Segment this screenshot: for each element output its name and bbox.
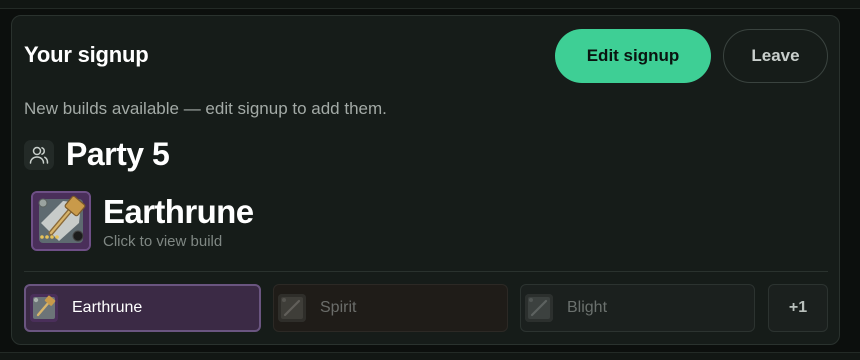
hammer-weapon-icon — [31, 191, 91, 251]
bottom-panel-edge — [0, 352, 860, 360]
leave-button[interactable]: Leave — [723, 29, 828, 83]
divider — [24, 271, 828, 272]
party-row: Party 5 — [24, 136, 170, 173]
hammer-weapon-icon — [30, 294, 58, 322]
more-builds-button[interactable]: +1 — [768, 284, 828, 332]
build-name: Earthrune — [103, 192, 254, 230]
signup-card: Your signup Edit signup Leave New builds… — [11, 15, 840, 345]
party-label: Party 5 — [66, 136, 170, 172]
build-tab-label: Spirit — [320, 299, 357, 316]
build-tab-blight[interactable]: Blight — [520, 284, 755, 332]
build-link[interactable]: Earthrune Click to view build — [31, 191, 254, 251]
build-tab-label: Earthrune — [72, 299, 143, 316]
top-panel-edge — [0, 0, 860, 9]
users-icon — [24, 139, 54, 170]
build-tab-earthrune[interactable]: Earthrune — [24, 284, 261, 332]
build-tab-spirit[interactable]: Spirit — [273, 284, 508, 332]
edit-signup-button[interactable]: Edit signup — [555, 29, 711, 83]
card-title: Your signup — [24, 42, 149, 67]
weapon-icon — [525, 294, 553, 322]
build-hint: Click to view build — [103, 232, 223, 250]
builds-notice: New builds available — edit signup to ad… — [24, 99, 387, 118]
weapon-icon — [278, 294, 306, 322]
build-tab-label: Blight — [567, 299, 608, 316]
